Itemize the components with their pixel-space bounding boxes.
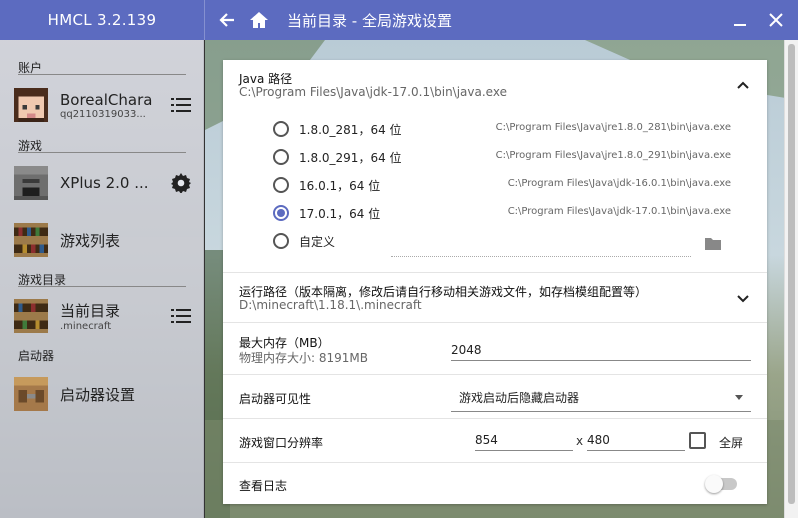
scrollbar-thumb[interactable] [788, 44, 795, 504]
fullscreen-label: 全屏 [719, 436, 744, 450]
java-option-label: 17.0.1，64 位 [299, 207, 381, 221]
java-path-section: Java 路径 C:\Program Files\Java\jdk-17.0.1… [223, 60, 767, 273]
game-list-label: 游戏列表 [60, 231, 121, 250]
player-avatar-icon [14, 88, 48, 122]
page-title: 当前目录 - 全局游戏设置 [287, 11, 452, 30]
visibility-section: 启动器可见性 游戏启动后隐藏启动器 [223, 375, 767, 419]
account-item[interactable]: BorealChara qq2110319033... [14, 88, 194, 122]
bookshelf-icon [14, 299, 48, 333]
game-settings-button[interactable] [168, 170, 194, 196]
log-toggle-knob[interactable] [705, 475, 723, 493]
dir-menu-button[interactable] [168, 303, 194, 329]
java-option-radio[interactable] [273, 121, 289, 137]
java-custom-radio[interactable] [273, 233, 289, 249]
section-divider [18, 152, 186, 153]
java-option-label: 16.0.1，64 位 [299, 179, 381, 193]
bookshelf-icon [14, 223, 48, 257]
java-option-label: 1.8.0_281，64 位 [299, 123, 402, 137]
launcher-settings-label: 启动器设置 [60, 385, 136, 404]
fullscreen-checkbox[interactable] [689, 432, 706, 449]
home-icon [250, 12, 268, 28]
resolution-height-input[interactable]: 480 [587, 433, 685, 451]
resolution-width-input[interactable]: 854 [475, 433, 573, 451]
account-name: BorealChara [60, 90, 153, 109]
scrollbar[interactable] [784, 40, 798, 518]
arrow-left-icon [219, 13, 234, 27]
crafting-table-icon [14, 377, 48, 411]
minimize-icon [734, 24, 746, 26]
memory-section: 最大内存（MB） 物理内存大小: 8191MB 2048 [223, 323, 767, 375]
list-icon [171, 309, 191, 323]
chevron-down-icon[interactable] [735, 290, 751, 306]
visibility-select-value: 游戏启动后隐藏启动器 [459, 391, 580, 405]
log-section: 查看日志 [223, 463, 767, 504]
title-bar: HMCL 3.2.139 当前目录 - 全局游戏设置 [0, 0, 798, 40]
log-toggle[interactable] [705, 475, 737, 493]
app-title: HMCL 3.2.139 [47, 11, 157, 29]
close-button[interactable] [758, 0, 794, 40]
run-dir-value: D:\minecraft\1.18.1\.minecraft [239, 298, 422, 312]
current-dir-path: .minecraft [60, 321, 112, 332]
gear-icon [171, 173, 191, 193]
java-custom-label: 自定义 [299, 235, 336, 249]
list-icon [171, 98, 191, 112]
java-option-path: C:\Program Files\Java\jre1.8.0_291\bin\j… [495, 150, 731, 161]
minimize-button[interactable] [722, 0, 758, 40]
java-option-label: 1.8.0_291，64 位 [299, 151, 402, 165]
section-divider [18, 286, 186, 287]
launcher-settings-item[interactable]: 启动器设置 [14, 377, 194, 411]
java-custom-path-input[interactable] [391, 256, 691, 257]
java-option-path: C:\Program Files\Java\jdk-16.0.1\bin\jav… [507, 178, 731, 189]
current-game-name: XPlus 2.0 ... [60, 174, 149, 192]
current-dir-name: 当前目录 [60, 302, 121, 320]
sidebar: 账户 BorealChara qq2110319033... 游戏 XPlus … [0, 40, 204, 518]
java-option-radio[interactable] [273, 149, 289, 165]
visibility-title: 启动器可见性 [239, 392, 312, 406]
memory-input[interactable]: 2048 [451, 343, 751, 361]
account-menu-button[interactable] [168, 92, 194, 118]
java-option-radio-selected[interactable] [273, 205, 289, 221]
chevron-up-icon[interactable] [735, 77, 751, 93]
java-path-value: C:\Program Files\Java\jdk-17.0.1\bin\jav… [239, 85, 507, 99]
visibility-select[interactable]: 游戏启动后隐藏启动器 [451, 389, 751, 412]
resolution-separator: x [576, 434, 584, 448]
resolution-title: 游戏窗口分辨率 [239, 436, 324, 450]
memory-physical: 物理内存大小: 8191MB [239, 351, 368, 365]
home-button[interactable] [243, 0, 275, 40]
java-option-path: C:\Program Files\Java\jre1.8.0_281\bin\j… [495, 122, 731, 133]
game-list-item[interactable]: 游戏列表 [14, 223, 194, 257]
resolution-section: 游戏窗口分辨率 854 x 480 全屏 [223, 419, 767, 463]
java-option-path: C:\Program Files\Java\jdk-17.0.1\bin\jav… [507, 206, 731, 217]
title-divider [204, 0, 205, 40]
furnace-icon [14, 166, 48, 200]
close-icon [769, 13, 783, 27]
account-id: qq2110319033... [60, 108, 146, 120]
current-game-item[interactable]: XPlus 2.0 ... [14, 166, 194, 200]
java-option-radio[interactable] [273, 177, 289, 193]
folder-icon[interactable] [705, 237, 721, 250]
settings-card: Java 路径 C:\Program Files\Java\jdk-17.0.1… [223, 60, 767, 504]
current-dir-item[interactable]: 当前目录 .minecraft [14, 299, 194, 333]
section-label-launcher: 启动器 [18, 349, 55, 363]
caret-down-icon [735, 395, 743, 400]
section-divider [18, 74, 186, 75]
run-dir-section[interactable]: 运行路径（版本隔离，修改后请自行移动相关游戏文件，如存档模组配置等） D:\mi… [223, 273, 767, 323]
log-title: 查看日志 [239, 479, 288, 493]
back-button[interactable] [211, 0, 243, 40]
